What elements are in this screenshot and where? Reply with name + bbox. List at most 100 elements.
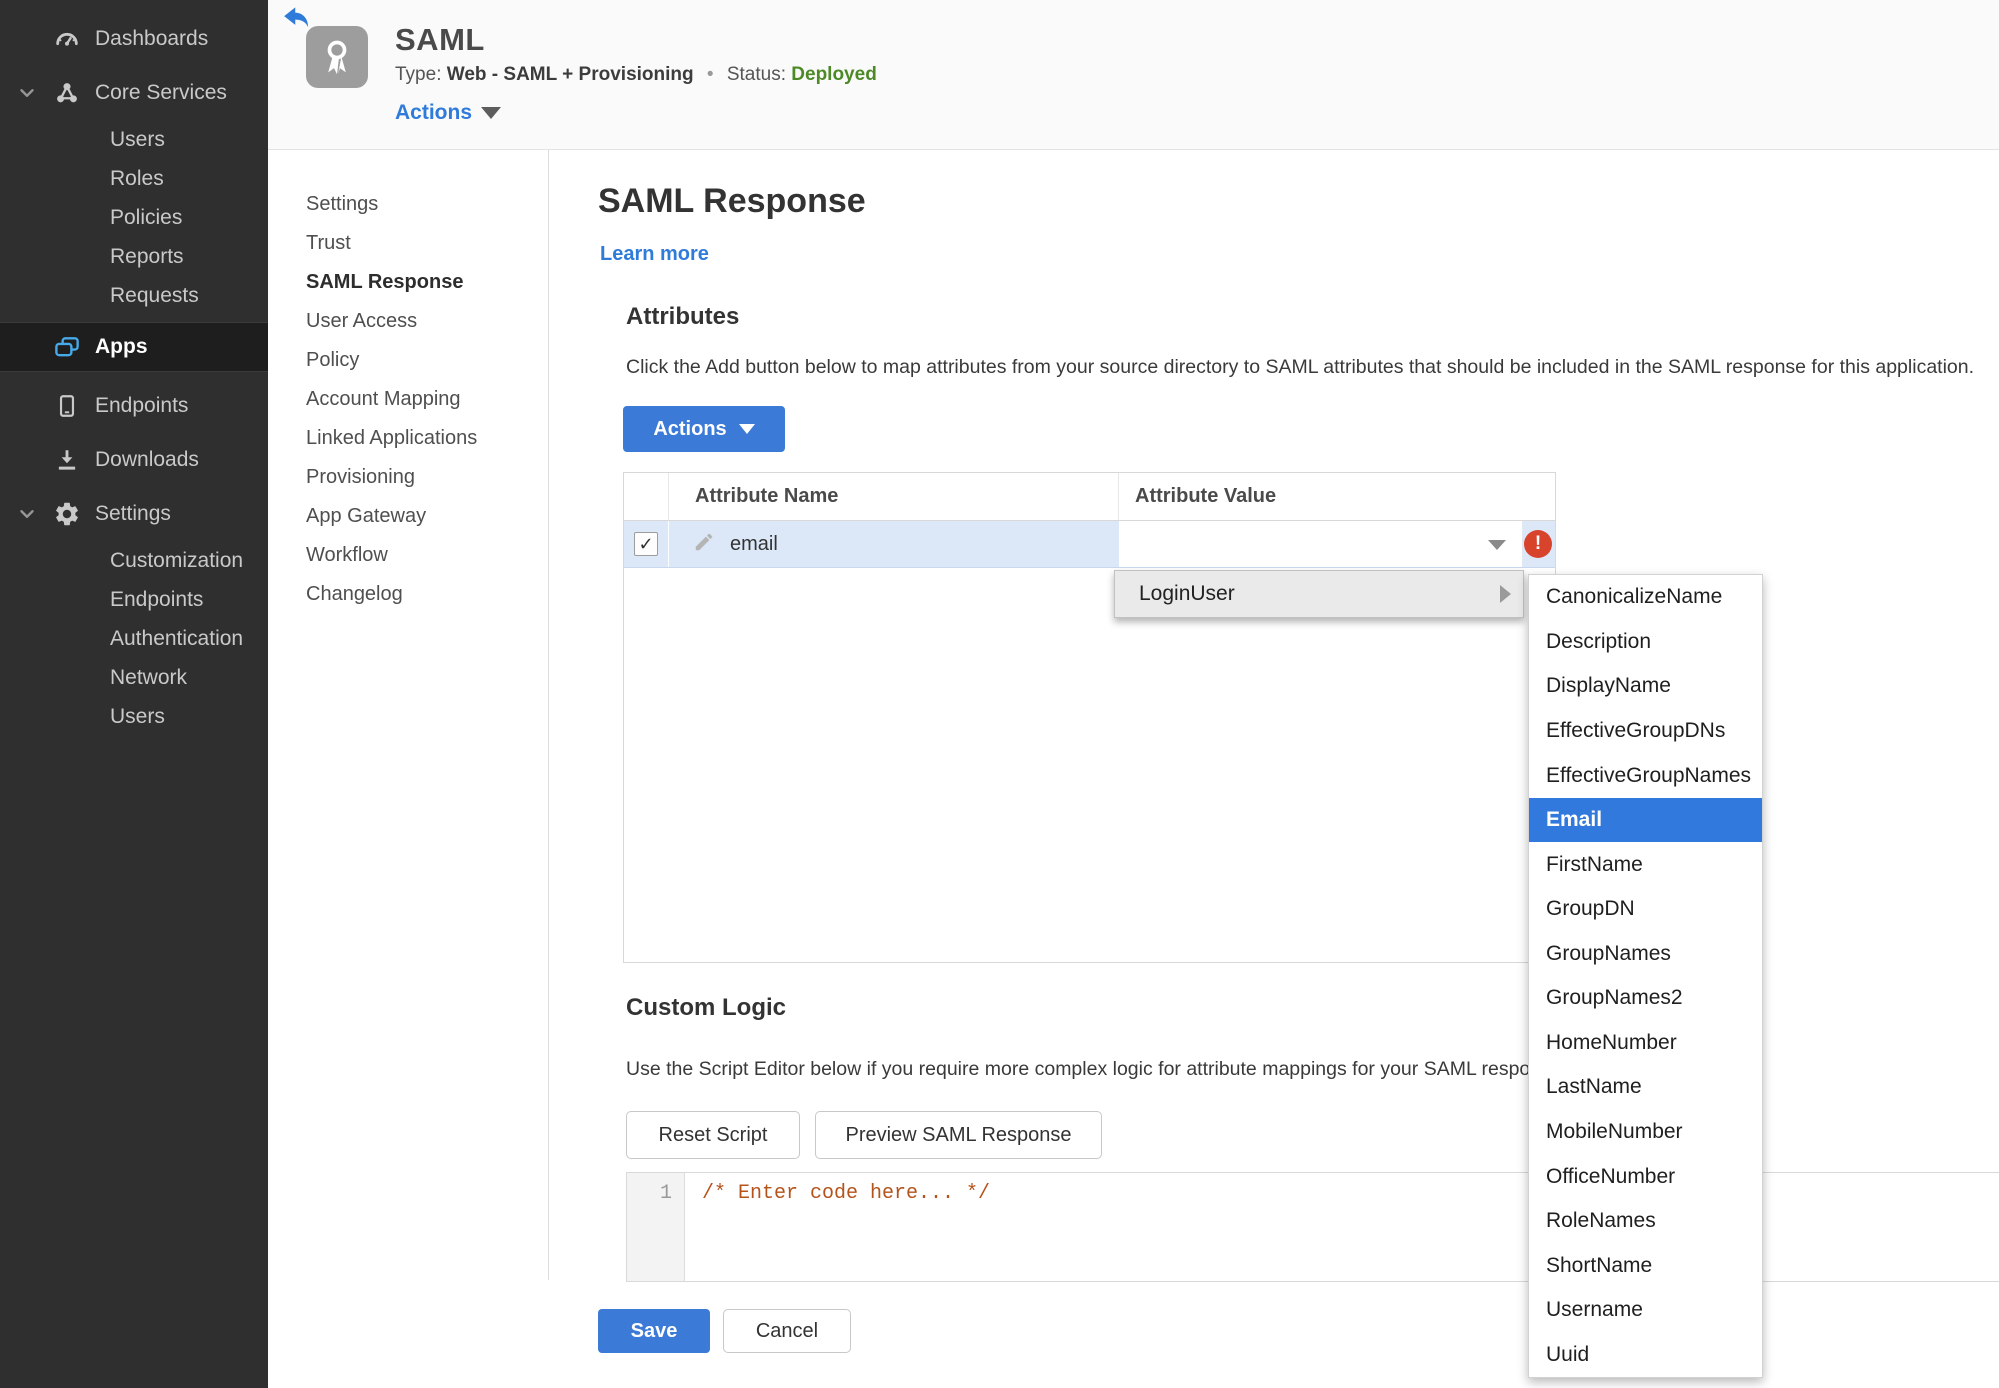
app-subtitle: Type: Web - SAML + Provisioning • Status… (395, 64, 877, 86)
submenu-arrow-icon (1500, 585, 1511, 603)
edit-pencil-icon[interactable] (693, 531, 715, 558)
dropdown-caret-icon (1488, 540, 1506, 550)
save-button[interactable]: Save (598, 1309, 710, 1353)
sidebar-item-label: Dashboards (95, 27, 209, 50)
table-header-row: Attribute Name Attribute Value (624, 473, 1555, 521)
validation-error-icon: ! (1524, 530, 1552, 558)
editor-code-area[interactable]: /* Enter code here... */ (685, 1173, 1999, 1281)
cancel-button[interactable]: Cancel (723, 1309, 851, 1353)
page-title: SAML Response (598, 182, 866, 220)
sidebar-item-roles[interactable]: Roles (0, 159, 268, 198)
submenu-item-username[interactable]: Username (1529, 1288, 1762, 1333)
preview-saml-response-button[interactable]: Preview SAML Response (815, 1111, 1102, 1159)
tab-settings[interactable]: Settings (306, 188, 536, 227)
sidebar-item-dashboards[interactable]: Dashboards (0, 12, 268, 66)
sidebar-item-label: Downloads (95, 448, 199, 471)
tab-account-mapping[interactable]: Account Mapping (306, 383, 536, 422)
sidebar-item-label: Apps (95, 335, 148, 358)
submenu-item-firstname[interactable]: FirstName (1529, 842, 1762, 887)
submenu-item-rolenames[interactable]: RoleNames (1529, 1199, 1762, 1244)
column-header-attribute-name: Attribute Name (669, 473, 1119, 520)
attribute-name-value: email (730, 532, 778, 555)
sidebar-item-downloads[interactable]: Downloads (0, 433, 268, 487)
separator-dot: • (706, 64, 714, 85)
sidebar-item-policies[interactable]: Policies (0, 198, 268, 237)
gauge-icon (52, 24, 82, 54)
editor-line-gutter: 1 (627, 1173, 685, 1281)
attributes-heading: Attributes (626, 303, 740, 330)
nav-content-divider (548, 150, 549, 1280)
submenu-item-groupnames[interactable]: GroupNames (1529, 932, 1762, 977)
main-sidebar: Dashboards Core Services Users Roles Pol… (0, 0, 268, 1388)
submenu-item-homenumber[interactable]: HomeNumber (1529, 1021, 1762, 1066)
app-header: SAML Type: Web - SAML + Provisioning • S… (268, 0, 1999, 150)
sidebar-item-apps[interactable]: Apps (0, 322, 268, 372)
learn-more-link[interactable]: Learn more (600, 243, 709, 266)
tab-linked-applications[interactable]: Linked Applications (306, 422, 536, 461)
custom-logic-description: Use the Script Editor below if you requi… (626, 1058, 1568, 1080)
submenu-item-displayname[interactable]: DisplayName (1529, 664, 1762, 709)
tab-trust[interactable]: Trust (306, 227, 536, 266)
submenu-item-effectivegroupnames[interactable]: EffectiveGroupNames (1529, 753, 1762, 798)
sidebar-item-authentication[interactable]: Authentication (0, 619, 268, 658)
header-actions-menu[interactable]: Actions (395, 101, 502, 125)
tab-saml-response[interactable]: SAML Response (306, 266, 536, 305)
caret-down-icon (481, 107, 502, 119)
sidebar-item-settings[interactable]: Settings (0, 487, 268, 541)
submenu-item-mobilenumber[interactable]: MobileNumber (1529, 1110, 1762, 1155)
app-config-nav: Settings Trust SAML Response User Access… (306, 188, 536, 617)
sidebar-item-label: Core Services (95, 81, 227, 104)
submenu-item-officenumber[interactable]: OfficeNumber (1529, 1154, 1762, 1199)
back-arrow-icon[interactable] (283, 6, 311, 32)
table-row[interactable]: ✓ email ! (624, 521, 1555, 568)
apps-icon (52, 332, 82, 362)
sidebar-item-endpoints[interactable]: Endpoints (0, 379, 268, 433)
sidebar-item-network[interactable]: Network (0, 658, 268, 697)
attributes-actions-button[interactable]: Actions (623, 406, 785, 452)
tab-provisioning[interactable]: Provisioning (306, 461, 536, 500)
tab-user-access[interactable]: User Access (306, 305, 536, 344)
sidebar-item-settings-users[interactable]: Users (0, 697, 268, 736)
tab-app-gateway[interactable]: App Gateway (306, 500, 536, 539)
column-header-attribute-value: Attribute Value (1135, 485, 1277, 507)
tab-changelog[interactable]: Changelog (306, 578, 536, 617)
attribute-value-dropdown[interactable] (1119, 521, 1523, 567)
sidebar-item-label: Settings (95, 502, 171, 525)
sidebar-item-users[interactable]: Users (0, 120, 268, 159)
core-services-icon (52, 78, 82, 108)
app-title: SAML (395, 22, 485, 57)
type-value: Web - SAML + Provisioning (446, 64, 694, 85)
download-icon (52, 445, 82, 475)
submenu-item-canonicalizename[interactable]: CanonicalizeName (1529, 575, 1762, 620)
submenu-item-groupnames2[interactable]: GroupNames2 (1529, 976, 1762, 1021)
attributes-description: Click the Add button below to map attrib… (626, 356, 1975, 378)
chevron-down-icon[interactable] (16, 503, 38, 525)
row-checkbox[interactable]: ✓ (634, 532, 658, 556)
sidebar-item-reports[interactable]: Reports (0, 237, 268, 276)
type-label: Type: (395, 64, 442, 85)
submenu-item-effectivegroupdns[interactable]: EffectiveGroupDNs (1529, 709, 1762, 754)
sidebar-item-customization[interactable]: Customization (0, 541, 268, 580)
submenu-item-description[interactable]: Description (1529, 620, 1762, 665)
tab-policy[interactable]: Policy (306, 344, 536, 383)
reset-script-button[interactable]: Reset Script (626, 1111, 800, 1159)
chevron-down-icon[interactable] (16, 82, 38, 104)
sidebar-item-core-services[interactable]: Core Services (0, 66, 268, 120)
gear-icon (52, 499, 82, 529)
attribute-value-menu[interactable]: LoginUser (1114, 570, 1524, 618)
submenu-item-uuid[interactable]: Uuid (1529, 1333, 1762, 1378)
custom-logic-heading: Custom Logic (626, 994, 786, 1021)
award-ribbon-icon (327, 40, 347, 75)
select-column-header (624, 473, 669, 520)
submenu-item-groupdn[interactable]: GroupDN (1529, 887, 1762, 932)
loginuser-attribute-submenu: CanonicalizeName Description DisplayName… (1528, 574, 1763, 1378)
submenu-item-email[interactable]: Email (1529, 797, 1762, 843)
sidebar-item-label: Endpoints (95, 394, 189, 417)
submenu-item-shortname[interactable]: ShortName (1529, 1243, 1762, 1288)
sidebar-item-requests[interactable]: Requests (0, 276, 268, 315)
tab-workflow[interactable]: Workflow (306, 539, 536, 578)
submenu-item-lastname[interactable]: LastName (1529, 1065, 1762, 1110)
sidebar-item-settings-endpoints[interactable]: Endpoints (0, 580, 268, 619)
menu-item-loginuser[interactable]: LoginUser (1139, 582, 1235, 606)
attributes-table: Attribute Name Attribute Value ✓ email ! (623, 472, 1556, 963)
